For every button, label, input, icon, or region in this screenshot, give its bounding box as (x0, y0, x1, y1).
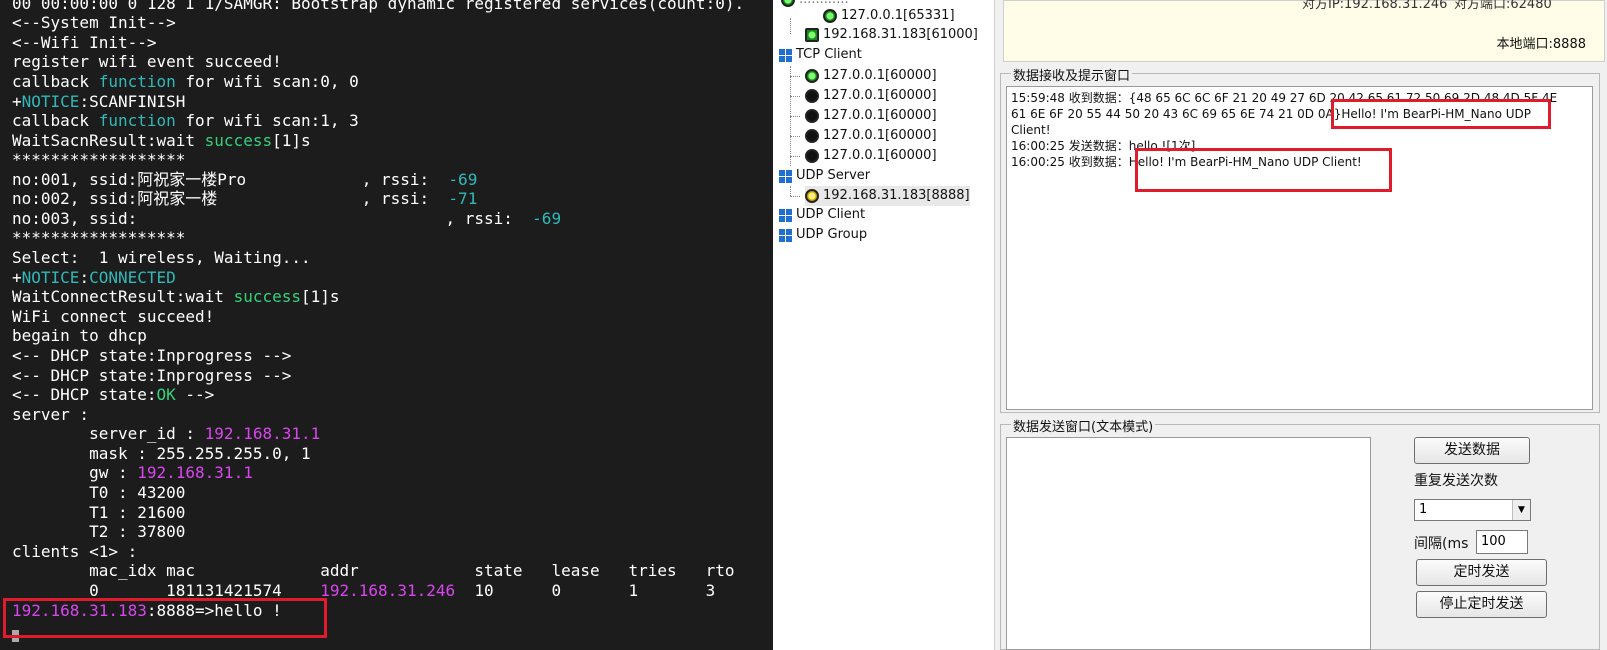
terminal-line: T1 : 21600 (12, 503, 186, 522)
terminal-line: no:003, ssid: , rssi: -69 (12, 209, 562, 228)
connection-led-icon (805, 89, 819, 103)
terminal-line: server_id : 192.168.31.1 (12, 424, 321, 443)
tree-item[interactable]: 127.0.0.1[65331] (823, 6, 955, 26)
terminal-line: callback function for wifi scan:1, 3 (12, 111, 359, 130)
tree-item-selected[interactable]: 192.168.31.183[8888] (805, 186, 970, 206)
terminal-line: no:002, ssid:阿祝家一楼 , rssi: -71 (12, 189, 478, 208)
terminal-line: 00 00:00:00 0 128 I 1/SAMGR: Bootstrap d… (12, 0, 745, 13)
terminal-line: clients <1> : (12, 542, 138, 561)
group-icon (779, 48, 792, 62)
repeat-count-label: 重复发送次数 (1414, 473, 1498, 489)
tree-group-udp-server[interactable]: UDP Server (779, 166, 870, 186)
terminal-line: WaitConnectResult:wait success[1]s (12, 287, 340, 306)
terminal-line: <-- DHCP state:Inprogress --> (12, 366, 292, 385)
recv-textarea[interactable]: 15:59:48 收到数据：{48 65 6C 6C 6F 21 20 49 2… (1006, 86, 1593, 410)
connection-info-box: 对方IP:192.168.31.246 对方端口:62480 本地端口:8888 (1003, 0, 1605, 62)
tree-item[interactable]: 127.0.0.1[60000] (805, 66, 937, 86)
send-data-button[interactable]: 发送数据 (1414, 437, 1530, 464)
terminal-line: Select: 1 wireless, Waiting... (12, 248, 311, 267)
remote-port-label: 对方端口:62480 (1454, 0, 1552, 12)
group-icon (779, 208, 792, 222)
tree-group-tcp-client[interactable]: TCP Client (779, 45, 862, 65)
terminal-line: register wifi event succeed! (12, 52, 282, 71)
send-textarea[interactable] (1006, 437, 1371, 650)
stop-timer-send-button[interactable]: 停止定时发送 (1416, 591, 1547, 618)
tree-item[interactable]: 127.0.0.1[60000] (805, 126, 937, 146)
interval-label: 间隔(ms (1414, 536, 1469, 552)
terminal-line: gw : 192.168.31.1 (12, 463, 253, 482)
terminal-line: <--System Init--> (12, 13, 176, 32)
local-port-label: 本地端口:8888 (1496, 37, 1586, 52)
terminal-line: mask : 255.255.255.0, 1 (12, 444, 311, 463)
tree-group-udp-client[interactable]: UDP Client (779, 205, 865, 225)
connection-led-icon (805, 189, 819, 203)
interval-input[interactable]: 100 (1476, 530, 1528, 554)
terminal-line: WiFi connect succeed! (12, 307, 215, 326)
terminal-line: callback function for wifi scan:0, 0 (12, 72, 359, 91)
terminal-line: ****************** (12, 228, 186, 247)
timer-send-button[interactable]: 定时发送 (1416, 559, 1547, 586)
tree-item[interactable]: 127.0.0.1[60000] (805, 106, 937, 126)
terminal-line: no:001, ssid:阿祝家一楼Pro , rssi: -69 (12, 170, 478, 189)
connection-tree[interactable]: ............ 127.0.0.1[65331] 192.168.31… (775, 0, 995, 650)
terminal-line: +NOTICE:CONNECTED (12, 268, 176, 287)
terminal-line: <--Wifi Init--> (12, 33, 157, 52)
recv-title: 数据接收及提示窗口 (1011, 65, 1133, 84)
terminal-line: T0 : 43200 (12, 483, 186, 502)
highlight-box-recv-1 (1331, 99, 1551, 129)
connection-led-icon (823, 9, 837, 23)
terminal-line: server : (12, 405, 90, 424)
serial-terminal[interactable]: 00 00:00:00 0 128 I 1/SAMGR: Bootstrap d… (0, 0, 773, 650)
remote-ip-label: 对方IP:192.168.31.246 (1302, 0, 1448, 12)
group-icon (779, 169, 792, 183)
terminal-line: ****************** (12, 150, 186, 169)
connection-led-icon (805, 69, 819, 83)
terminal-line: T2 : 37800 (12, 522, 186, 541)
connection-led-icon (805, 109, 819, 123)
connection-led-icon (805, 149, 819, 163)
chevron-down-icon: ▼ (1512, 500, 1530, 520)
network-panel: 对方IP:192.168.31.246 对方端口:62480 本地端口:8888… (995, 0, 1607, 650)
send-title: 数据发送窗口(文本模式) (1011, 416, 1156, 435)
tree-item[interactable]: 127.0.0.1[60000] (805, 146, 937, 166)
monitor-icon (781, 0, 795, 7)
terminal-line: mac_idx mac addr state lease tries rto (12, 561, 735, 580)
repeat-count-select[interactable]: 1 ▼ (1414, 499, 1531, 521)
monitor-icon (805, 28, 819, 42)
terminal-line: +NOTICE:SCANFINISH (12, 92, 186, 111)
highlight-box-recv-2 (1135, 148, 1392, 192)
terminal-line: <-- DHCP state:OK --> (12, 385, 215, 404)
connection-led-icon (805, 129, 819, 143)
terminal-line: <-- DHCP state:Inprogress --> (12, 346, 292, 365)
tree-item[interactable]: 127.0.0.1[60000] (805, 86, 937, 106)
terminal-line: begain to dhcp (12, 326, 147, 345)
tree-group-udp-group[interactable]: UDP Group (779, 225, 867, 245)
highlight-box-terminal (3, 598, 327, 638)
terminal-line: WaitSacnResult:wait success[1]s (12, 131, 311, 150)
group-icon (779, 228, 792, 242)
tree-item[interactable]: 192.168.31.183[61000] (805, 25, 978, 45)
